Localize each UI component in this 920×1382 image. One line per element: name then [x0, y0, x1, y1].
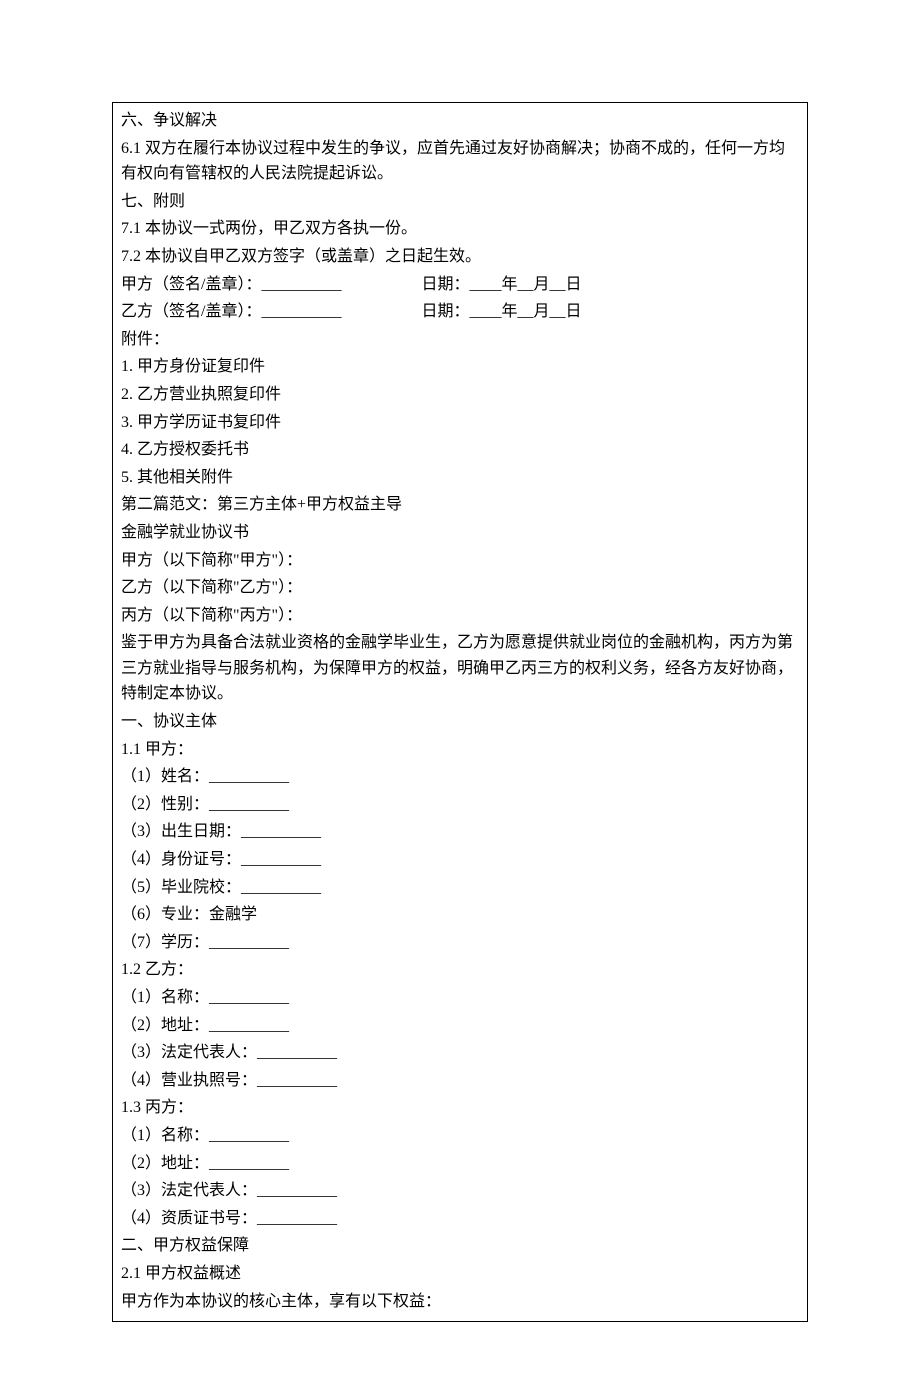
text-line: 六、争议解决 [121, 107, 799, 135]
text-line: （1）名称：__________ [121, 1122, 799, 1150]
text-line: 甲方（以下简称"甲方"）： [121, 547, 799, 575]
text-line: （4）身份证号：__________ [121, 846, 799, 874]
text-line: （3）出生日期：__________ [121, 818, 799, 846]
text-line: （5）毕业院校：__________ [121, 874, 799, 902]
text-line: （4）营业执照号：__________ [121, 1067, 799, 1095]
text-line: 3. 甲方学历证书复印件 [121, 409, 799, 437]
text-line: （2）地址：__________ [121, 1012, 799, 1040]
text-line: 6.1 双方在履行本协议过程中发生的争议，应首先通过友好协商解决；协商不成的，任… [121, 135, 799, 188]
text-line: 1.1 甲方： [121, 736, 799, 764]
text-line: （2）地址：__________ [121, 1150, 799, 1178]
text-line: 七、附则 [121, 188, 799, 216]
text-line: 丙方（以下简称"丙方"）： [121, 602, 799, 630]
text-line: （3）法定代表人：__________ [121, 1039, 799, 1067]
text-line: 2. 乙方营业执照复印件 [121, 381, 799, 409]
text-line: （4）资质证书号：__________ [121, 1205, 799, 1233]
text-line: 鉴于甲方为具备合法就业资格的金融学毕业生，乙方为愿意提供就业岗位的金融机构，丙方… [121, 629, 799, 708]
text-line: 二、甲方权益保障 [121, 1232, 799, 1260]
text-line: （1）名称：__________ [121, 984, 799, 1012]
text-line: （6）专业：金融学 [121, 901, 799, 929]
text-line: 7.1 本协议一式两份，甲乙双方各执一份。 [121, 215, 799, 243]
text-line: 金融学就业协议书 [121, 519, 799, 547]
text-line: 1. 甲方身份证复印件 [121, 353, 799, 381]
document-page: 六、争议解决 6.1 双方在履行本协议过程中发生的争议，应首先通过友好协商解决；… [0, 0, 920, 1382]
text-line: 乙方（签名/盖章）：__________ 日期：____年__月__日 [121, 298, 799, 326]
text-line: 1.3 丙方： [121, 1094, 799, 1122]
text-line: （2）性别：__________ [121, 791, 799, 819]
text-line: （7）学历：__________ [121, 929, 799, 957]
text-line: （3）法定代表人：__________ [121, 1177, 799, 1205]
text-line: （1）姓名：__________ [121, 763, 799, 791]
text-line: 5. 其他相关附件 [121, 464, 799, 492]
text-line: 乙方（以下简称"乙方"）： [121, 574, 799, 602]
text-line: 2.1 甲方权益概述 [121, 1260, 799, 1288]
text-line: 4. 乙方授权委托书 [121, 436, 799, 464]
text-line: 1.2 乙方： [121, 956, 799, 984]
text-line: 第二篇范文：第三方主体+甲方权益主导 [121, 491, 799, 519]
text-line: 附件： [121, 326, 799, 354]
text-line: 一、协议主体 [121, 708, 799, 736]
content-box: 六、争议解决 6.1 双方在履行本协议过程中发生的争议，应首先通过友好协商解决；… [112, 102, 808, 1322]
text-line: 甲方（签名/盖章）：__________ 日期：____年__月__日 [121, 271, 799, 299]
text-line: 甲方作为本协议的核心主体，享有以下权益： [121, 1288, 799, 1316]
text-line: 7.2 本协议自甲乙双方签字（或盖章）之日起生效。 [121, 243, 799, 271]
